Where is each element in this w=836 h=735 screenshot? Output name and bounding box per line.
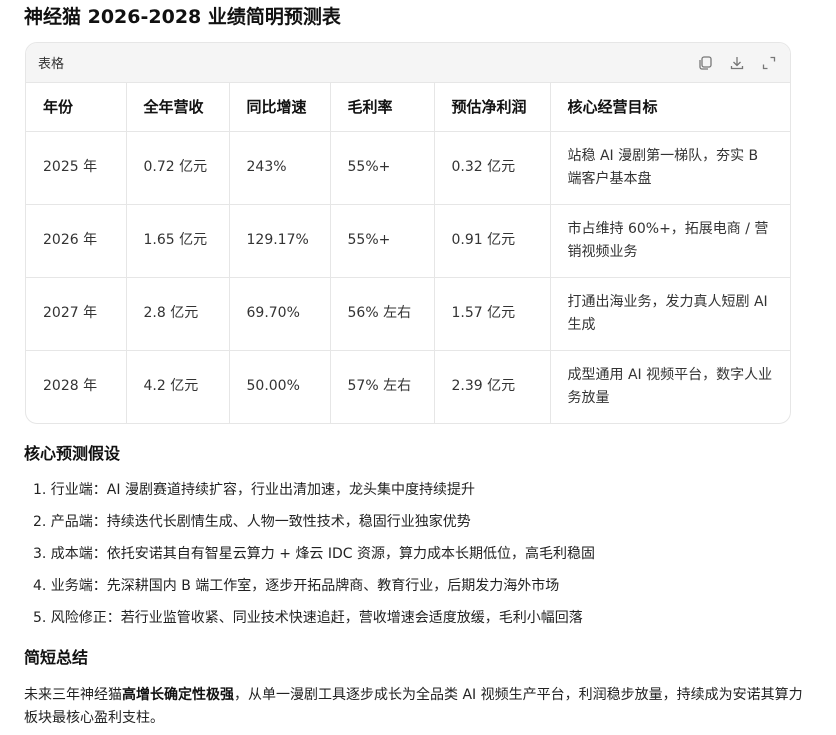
expand-icon[interactable]	[760, 54, 778, 72]
cell-core-goal: 成型通用 AI 视频平台，数字人业务放量	[567, 366, 773, 406]
assumptions-heading: 核心预测假设	[24, 444, 121, 463]
cell-core-goal: 站稳 AI 漫剧第一梯队，夯实 B 端客户基本盘	[550, 131, 790, 205]
cell-revenue: 0.72 亿元	[126, 131, 230, 205]
table-row: 2028 年 4.2 亿元 50.00% 57% 左右 2.39 亿元 成型通用…	[26, 350, 790, 423]
assumptions-list: 1. 行业端：AI 漫剧赛道持续扩容，行业出清加速，龙头集中度持续提升 2. 产…	[33, 479, 595, 639]
table-row: 2025 年 0.72 亿元 243% 55%+ 0.32 亿元 站稳 AI 漫…	[26, 131, 790, 205]
list-item: 5. 风险修正：若行业监管收紧、同业技术快速追赶，营收增速会适度放缓，毛利小幅回…	[33, 610, 583, 626]
cell-gross-margin: 55%+	[330, 204, 435, 278]
cell-year: 2025 年	[26, 131, 127, 205]
cell-net-profit: 2.39 亿元	[434, 350, 551, 423]
header-net-profit: 预估净利润	[434, 83, 551, 132]
cell-growth: 129.17%	[229, 204, 331, 278]
header-core-goal: 核心经营目标	[550, 83, 790, 132]
list-item: 2. 产品端：持续迭代长剧情生成、人物一致性技术，稳固行业独家优势	[33, 514, 471, 530]
table-row: 2026 年 1.65 亿元 129.17% 55%+ 0.91 亿元 市占维持…	[26, 204, 790, 278]
summary-heading: 简短总结	[24, 648, 89, 667]
list-item: 1. 行业端：AI 漫剧赛道持续扩容，行业出清加速，龙头集中度持续提升	[33, 482, 475, 498]
cell-year: 2027 年	[26, 277, 127, 351]
cell-gross-margin: 55%+	[330, 131, 435, 205]
header-gross-margin: 毛利率	[330, 83, 435, 132]
cell-gross-margin: 56% 左右	[330, 277, 435, 351]
download-icon[interactable]	[728, 54, 746, 72]
cell-net-profit: 0.32 亿元	[434, 131, 551, 205]
cell-year: 2026 年	[26, 204, 127, 278]
forecast-table-card: 表格 年份 全年营收 同比增速 毛利率 预估净利润 核心经营目标 2025 年 …	[25, 42, 791, 424]
cell-net-profit: 1.57 亿元	[434, 277, 551, 351]
cell-net-profit: 0.91 亿元	[434, 204, 551, 278]
header-year: 年份	[26, 83, 127, 132]
cell-revenue: 1.65 亿元	[126, 204, 230, 278]
cell-core-goal: 打通出海业务，发力真人短剧 AI 生成	[550, 277, 790, 351]
cell-growth: 50.00%	[229, 350, 331, 423]
cell-revenue: 4.2 亿元	[126, 350, 230, 423]
cell-gross-margin: 57% 左右	[330, 350, 435, 423]
list-item: 3. 成本端：依托安诺其自有智星云算力 + 烽云 IDC 资源，算力成本长期低位…	[33, 546, 596, 562]
table-header-row: 年份 全年营收 同比增速 毛利率 预估净利润 核心经营目标	[26, 83, 790, 132]
list-item: 4. 业务端：先深耕国内 B 端工作室，逐步开拓品牌商、教育行业，后期发力海外市…	[33, 578, 560, 594]
cell-growth: 69.70%	[229, 277, 331, 351]
header-revenue: 全年营收	[126, 83, 230, 132]
summary-emphasis: 高增长确定性极强	[122, 687, 234, 703]
table-card-label: 表格	[38, 57, 65, 72]
cell-core-goal: 市占维持 60%+，拓展电商 / 营销视频业务	[550, 204, 790, 278]
table-row: 2027 年 2.8 亿元 69.70% 56% 左右 1.57 亿元 打通出海…	[26, 277, 790, 351]
table-card-header: 表格	[26, 43, 790, 83]
cell-revenue: 2.8 亿元	[126, 277, 230, 351]
table-actions	[696, 54, 778, 72]
copy-icon[interactable]	[696, 54, 714, 72]
summary-text-start: 未来三年神经猫	[24, 687, 122, 703]
cell-growth: 243%	[229, 131, 331, 205]
page-title: 神经猫 2026-2028 业绩简明预测表	[24, 6, 341, 28]
header-growth: 同比增速	[229, 83, 331, 132]
cell-year: 2028 年	[26, 350, 127, 423]
summary-text: 未来三年神经猫高增长确定性极强，从单一漫剧工具逐步成长为全品类 AI 视频生产平…	[24, 684, 814, 730]
forecast-table: 年份 全年营收 同比增速 毛利率 预估净利润 核心经营目标 2025 年 0.7…	[26, 83, 790, 423]
